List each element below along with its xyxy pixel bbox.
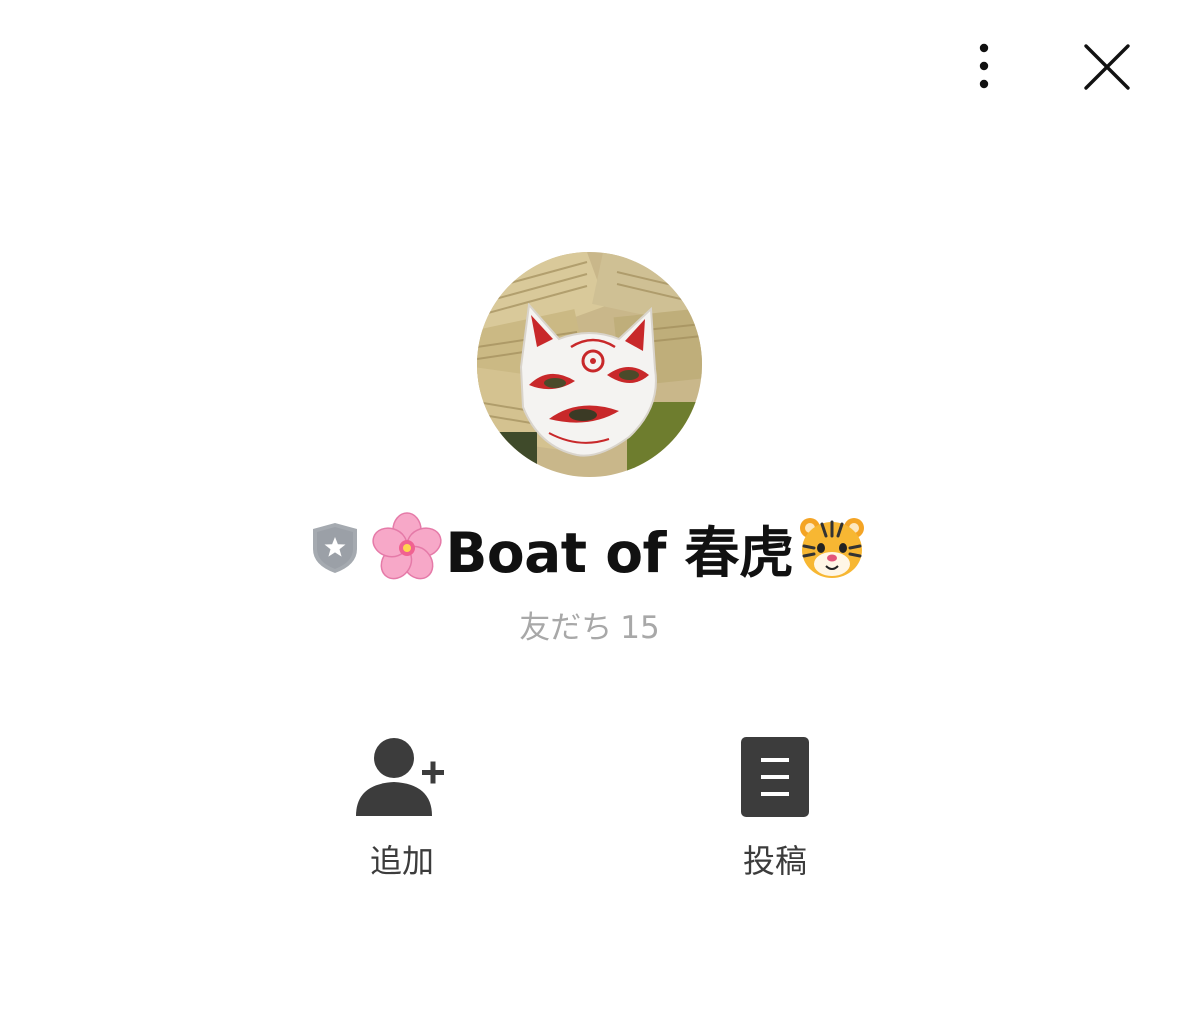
- profile-screen: Boat of 春虎 友だち 15 追加 投稿: [0, 0, 1179, 1033]
- add-friend-label: 追加: [369, 842, 434, 880]
- friends-count: 15: [620, 610, 660, 646]
- more-options-button[interactable]: [960, 38, 1008, 94]
- profile-name: Boat of 春虎: [445, 521, 794, 585]
- cherry-blossom-icon: [372, 512, 443, 580]
- close-button[interactable]: [1078, 38, 1136, 96]
- profile-avatar[interactable]: [477, 252, 702, 477]
- add-friend-icon: [356, 738, 444, 816]
- post-button[interactable]: 投稿: [695, 736, 855, 882]
- post-label: 投稿: [742, 842, 807, 880]
- vertical-ellipsis-icon: [979, 43, 989, 89]
- tiger-face-icon: [799, 518, 864, 578]
- friends-label: 友だち: [519, 610, 613, 646]
- post-document-icon: [741, 737, 809, 817]
- close-x-icon: [1084, 44, 1130, 90]
- add-friend-button[interactable]: 追加: [322, 736, 482, 882]
- profile-name-row: Boat of 春虎: [0, 508, 1179, 588]
- friends-count-line: 友だち 15: [0, 602, 1179, 647]
- shield-star-icon: [313, 523, 358, 573]
